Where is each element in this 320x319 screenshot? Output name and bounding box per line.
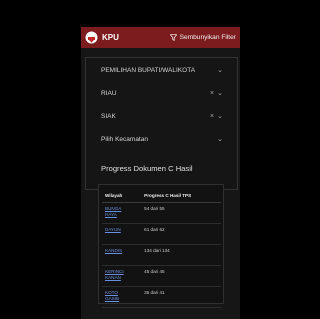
table-row: KANDIS 134 dari 134 — [102, 244, 221, 266]
filter-icon — [169, 34, 177, 41]
clear-icon[interactable]: × — [210, 113, 214, 120]
province-select[interactable]: RIAU × ⌄ — [86, 85, 237, 101]
progress-table-card: Wilayah Progress C Hasil TPS BUNGA RAYA … — [98, 184, 224, 308]
chevron-down-icon: ⌄ — [217, 136, 223, 143]
toggle-filter-label: Sembunyikan Filter — [179, 34, 236, 41]
wilayah-link[interactable]: KANDIS — [105, 248, 125, 254]
progress-cell: 134 dari 134 — [141, 244, 221, 266]
chevron-down-icon: ⌄ — [217, 90, 223, 97]
clear-icon[interactable]: × — [210, 90, 214, 97]
column-header-wilayah: Wilayah — [102, 189, 142, 203]
table-header-row: Wilayah Progress C Hasil TPS — [102, 189, 221, 203]
progress-table: Wilayah Progress C Hasil TPS BUNGA RAYA … — [102, 189, 221, 308]
regency-select[interactable]: SIAK × ⌄ — [86, 108, 237, 124]
kpu-logo-icon — [85, 31, 98, 44]
election-type-select[interactable]: PEMILIHAN BUPATI/WALIKOTA ⌄ — [86, 62, 237, 78]
wilayah-link[interactable]: DAYUN — [105, 227, 125, 233]
regency-value: SIAK — [101, 112, 116, 120]
table-row: DAYUN 61 dari 62 — [102, 223, 221, 245]
province-value: RIAU — [101, 89, 117, 97]
progress-cell: 61 dari 62 — [141, 223, 221, 245]
progress-cell: 45 dari 45 — [141, 265, 221, 287]
chevron-down-icon: ⌄ — [217, 113, 223, 120]
district-placeholder: Pilih Kecamatan — [101, 135, 148, 143]
toggle-filter-button[interactable]: Sembunyikan Filter — [169, 34, 236, 41]
table-row: BUNGA RAYA 54 dari 55 — [102, 202, 221, 224]
top-header: KPU Sembunyikan Filter — [81, 27, 240, 48]
column-header-progress: Progress C Hasil TPS — [141, 189, 221, 203]
table-row: KERINCI KANAN 45 dari 45 — [102, 265, 221, 287]
election-type-value: PEMILIHAN BUPATI/WALIKOTA — [101, 66, 196, 74]
progress-title: Progress Dokumen C Hasil — [101, 164, 193, 173]
wilayah-link[interactable]: KOTO GASIB — [105, 290, 125, 303]
chevron-down-icon: ⌄ — [217, 67, 223, 74]
wilayah-link[interactable]: KERINCI KANAN — [105, 269, 125, 282]
table-row: KOTO GASIB 35 dari 41 — [102, 286, 221, 308]
progress-cell: 35 dari 41 — [141, 286, 221, 308]
progress-cell: 54 dari 55 — [141, 202, 221, 224]
district-select[interactable]: Pilih Kecamatan ⌄ — [86, 131, 237, 147]
wilayah-link[interactable]: BUNGA RAYA — [105, 206, 125, 219]
brand-title: KPU — [102, 33, 119, 42]
